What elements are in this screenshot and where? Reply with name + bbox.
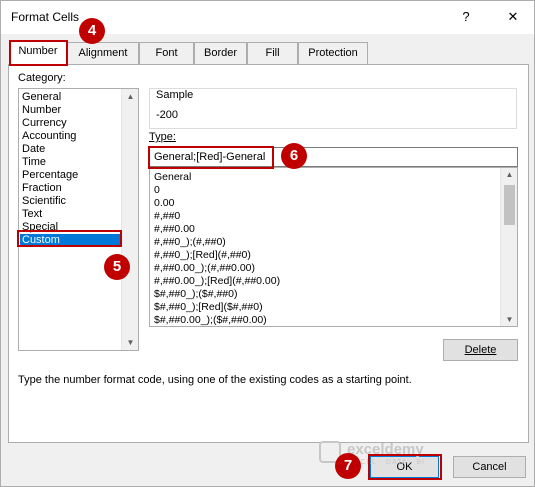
category-item-time[interactable]: Time bbox=[22, 156, 46, 169]
format-code-item[interactable]: $#,##0_);[Red]($#,##0) bbox=[154, 301, 263, 314]
step-badge-5: 5 bbox=[104, 254, 130, 280]
sample-value: -200 bbox=[156, 109, 179, 121]
category-item-general[interactable]: General bbox=[22, 91, 61, 104]
format-code-item[interactable]: 0.00 bbox=[154, 197, 174, 210]
category-scrollbar[interactable]: ▲ ▼ bbox=[121, 89, 138, 350]
category-item-date[interactable]: Date bbox=[22, 143, 45, 156]
format-code-item[interactable]: #,##0_);(#,##0) bbox=[154, 236, 226, 249]
scroll-down-icon[interactable]: ▼ bbox=[122, 338, 139, 347]
format-code-item[interactable]: $#,##0.00_);($#,##0.00) bbox=[154, 314, 267, 327]
format-code-list[interactable]: General 0 0.00 #,##0 #,##0.00 #,##0_);(#… bbox=[149, 167, 518, 327]
category-item-currency[interactable]: Currency bbox=[22, 117, 67, 130]
scroll-up-icon[interactable]: ▲ bbox=[122, 92, 139, 101]
tab-protection[interactable]: Protection bbox=[298, 42, 368, 64]
format-code-item[interactable]: #,##0.00_);[Red](#,##0.00) bbox=[154, 275, 280, 288]
category-item-fraction[interactable]: Fraction bbox=[22, 182, 62, 195]
format-code-item[interactable]: #,##0 bbox=[154, 210, 180, 223]
help-icon[interactable]: ? bbox=[456, 7, 476, 27]
format-code-item[interactable]: General bbox=[154, 171, 191, 184]
step-badge-6: 6 bbox=[281, 143, 307, 169]
format-code-item[interactable]: #,##0_);[Red](#,##0) bbox=[154, 249, 251, 262]
close-icon[interactable]: ✕ bbox=[503, 7, 523, 27]
step-badge-4: 4 bbox=[79, 18, 105, 44]
tab-border[interactable]: Border bbox=[194, 42, 247, 64]
hint-text: Type the number format code, using one o… bbox=[18, 374, 412, 386]
highlight-custom-category bbox=[17, 230, 122, 247]
category-item-text[interactable]: Text bbox=[22, 208, 42, 221]
category-item-percentage[interactable]: Percentage bbox=[22, 169, 78, 182]
format-code-item[interactable]: $#,##0_);($#,##0) bbox=[154, 288, 237, 301]
tab-fill[interactable]: Fill bbox=[247, 42, 298, 64]
format-code-item[interactable]: #,##0.00 bbox=[154, 223, 195, 236]
type-label: Type: bbox=[149, 131, 176, 143]
highlight-ok-button bbox=[368, 454, 442, 480]
sample-box bbox=[149, 88, 517, 129]
scroll-thumb[interactable] bbox=[504, 185, 515, 225]
category-item-number[interactable]: Number bbox=[22, 104, 61, 117]
step-badge-7: 7 bbox=[335, 453, 361, 479]
highlight-number-tab bbox=[9, 40, 68, 66]
scroll-down-icon[interactable]: ▼ bbox=[501, 315, 518, 324]
cancel-button[interactable]: Cancel bbox=[453, 456, 526, 478]
highlight-type-input bbox=[148, 146, 274, 169]
format-code-item[interactable]: #,##0.00_);(#,##0.00) bbox=[154, 262, 255, 275]
category-item-scientific[interactable]: Scientific bbox=[22, 195, 66, 208]
delete-button[interactable]: Delete bbox=[443, 339, 518, 361]
tab-alignment[interactable]: Alignment bbox=[67, 42, 139, 64]
scroll-up-icon[interactable]: ▲ bbox=[501, 170, 518, 179]
tab-font[interactable]: Font bbox=[139, 42, 194, 64]
format-cells-dialog: Format Cells ? ✕ Number Alignment Font B… bbox=[0, 0, 535, 487]
category-item-accounting[interactable]: Accounting bbox=[22, 130, 76, 143]
category-list[interactable]: General Number Currency Accounting Date … bbox=[18, 88, 139, 351]
dialog-title: Format Cells bbox=[11, 10, 80, 24]
category-label: Category: bbox=[18, 72, 66, 84]
format-code-item[interactable]: 0 bbox=[154, 184, 160, 197]
format-code-scrollbar[interactable]: ▲ ▼ bbox=[500, 168, 517, 326]
